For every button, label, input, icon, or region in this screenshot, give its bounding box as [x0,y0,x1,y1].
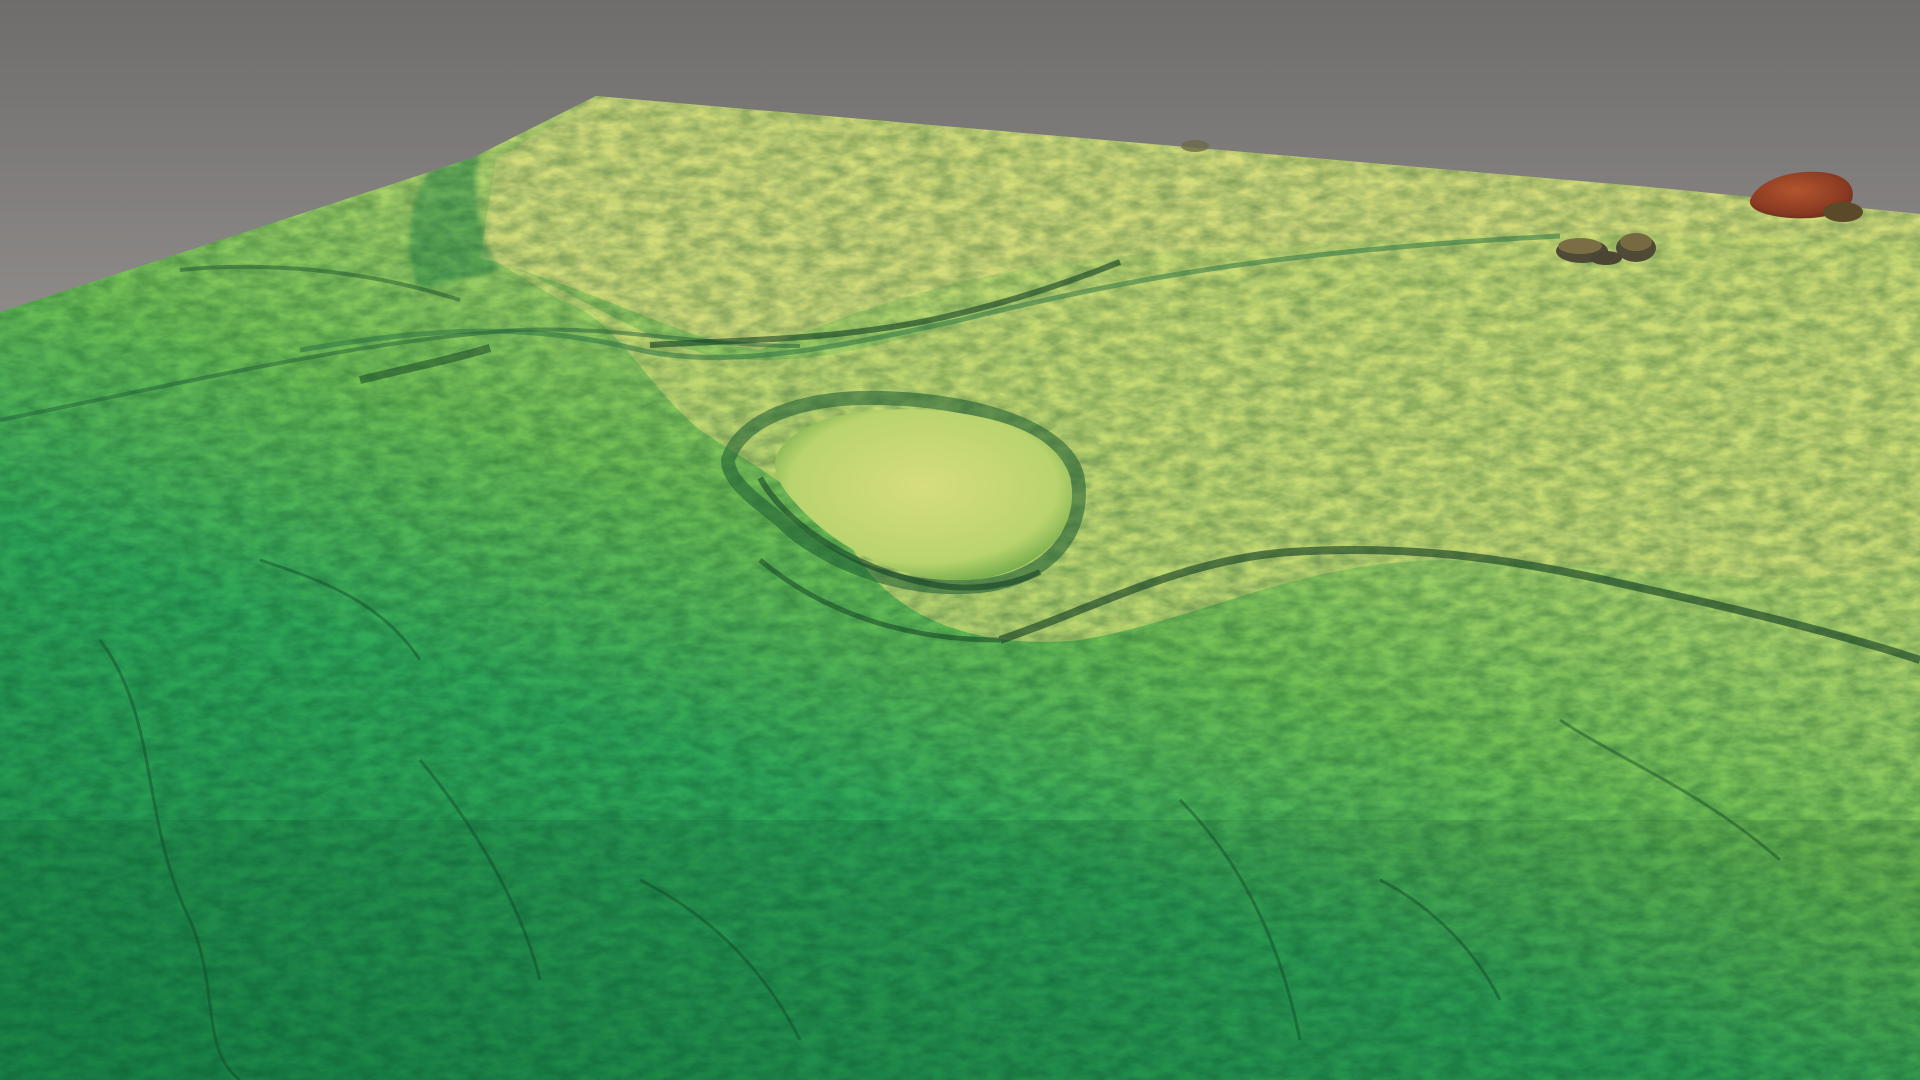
terrain-scene [0,0,1920,1080]
viewport[interactable] [0,0,1920,1080]
bottom-shade [0,820,1920,1080]
small-rock [1181,140,1209,152]
